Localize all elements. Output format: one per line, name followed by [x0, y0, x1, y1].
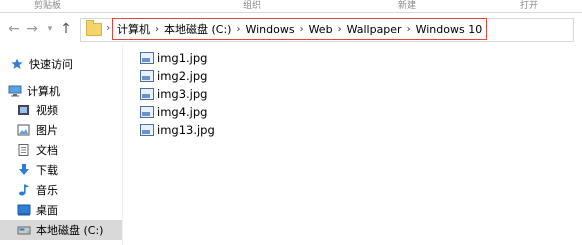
nav-item-documents[interactable]: 文档 [0, 140, 139, 160]
crumb-wallpaper[interactable]: Wallpaper [347, 23, 402, 36]
forward-button[interactable]: → [24, 19, 40, 39]
ribbon-group-organize[interactable]: 组织 [243, 0, 261, 11]
pin-icon [10, 58, 24, 70]
list-item[interactable]: img2.jpg [140, 67, 207, 85]
back-arrow-icon: ← [8, 21, 20, 37]
file-name: img3.jpg [157, 87, 208, 101]
documents-icon [17, 144, 31, 156]
list-item[interactable]: img3.jpg [140, 85, 207, 103]
nav-item-downloads[interactable]: 下载 [0, 160, 139, 180]
chevron-right-icon[interactable]: › [338, 24, 342, 35]
video-icon [17, 104, 31, 116]
ribbon-group-open[interactable]: 打开 [520, 0, 538, 11]
download-icon [17, 164, 31, 176]
nav-item-computer[interactable]: 计算机 [0, 81, 130, 101]
crumb-windows-10[interactable]: Windows 10 [416, 23, 483, 36]
computer-icon [8, 85, 22, 97]
nav-item-pictures[interactable]: 图片 [0, 120, 139, 140]
chevron-right-icon[interactable]: › [300, 24, 304, 35]
chevron-right-icon[interactable]: › [155, 24, 159, 35]
navigation-pane: 快速访问 计算机 视频 图片 文档 下载 音乐 桌面 本地磁盘 (C:) [0, 45, 122, 245]
image-file-icon [140, 106, 154, 118]
image-file-icon [140, 52, 154, 64]
crumb-web[interactable]: Web [309, 23, 333, 36]
nav-label: 快速访问 [29, 58, 73, 71]
file-name: img13.jpg [157, 123, 215, 137]
crumb-windows[interactable]: Windows [245, 23, 294, 36]
pictures-icon [17, 124, 31, 136]
up-arrow-icon: ↑ [60, 21, 72, 37]
nav-label: 桌面 [36, 204, 58, 217]
file-name: img1.jpg [157, 51, 208, 65]
nav-item-videos[interactable]: 视频 [0, 100, 139, 120]
up-button[interactable]: ↑ [58, 19, 74, 39]
nav-item-local-disk[interactable]: 本地磁盘 (C:) [0, 220, 122, 240]
ribbon-group-new[interactable]: 新建 [398, 0, 416, 11]
nav-label: 图片 [36, 124, 58, 137]
chevron-down-icon: ▾ [47, 24, 53, 34]
nav-label: 视频 [36, 104, 58, 117]
breadcrumb: 计算机 › 本地磁盘 (C:) › Windows › Web › Wallpa… [112, 18, 488, 40]
nav-label: 音乐 [36, 184, 58, 197]
nav-item-desktop[interactable]: 桌面 [0, 200, 139, 220]
list-item[interactable]: img13.jpg [140, 121, 215, 139]
ribbon-strip: 剪贴板 组织 新建 打开 [0, 0, 582, 13]
chevron-right-icon[interactable]: › [407, 24, 411, 35]
back-button[interactable]: ← [6, 19, 22, 39]
address-row: ← → ▾ ↑ › 计算机 › 本地磁盘 (C:) › Windows › We… [0, 13, 582, 45]
file-name: img4.jpg [157, 105, 208, 119]
image-file-icon [140, 88, 154, 100]
address-bar[interactable]: › 计算机 › 本地磁盘 (C:) › Windows › Web › Wall… [80, 18, 574, 42]
pane-divider[interactable] [122, 45, 123, 245]
chevron-right-icon[interactable]: › [236, 24, 240, 35]
folder-icon [86, 20, 102, 36]
crumb-computer[interactable]: 计算机 [117, 21, 150, 37]
recent-locations-button[interactable]: ▾ [42, 19, 58, 39]
nav-item-music[interactable]: 音乐 [0, 180, 139, 200]
list-item[interactable]: img4.jpg [140, 103, 207, 121]
image-file-icon [140, 70, 154, 82]
list-item[interactable]: img1.jpg [140, 49, 207, 67]
nav-item-quick-access[interactable]: 快速访问 [0, 54, 132, 74]
nav-label: 计算机 [27, 85, 60, 98]
nav-label: 下载 [36, 164, 58, 177]
crumb-local-disk[interactable]: 本地磁盘 (C:) [164, 21, 231, 37]
file-name: img2.jpg [157, 69, 208, 83]
music-icon [17, 184, 31, 196]
forward-arrow-icon: → [26, 21, 38, 37]
nav-label: 本地磁盘 (C:) [36, 224, 104, 237]
image-file-icon [140, 124, 154, 136]
chevron-right-icon[interactable]: › [106, 21, 110, 34]
desktop-icon [17, 204, 31, 216]
nav-label: 文档 [36, 144, 58, 157]
drive-icon [17, 224, 31, 236]
ribbon-group-clipboard[interactable]: 剪贴板 [34, 0, 61, 11]
